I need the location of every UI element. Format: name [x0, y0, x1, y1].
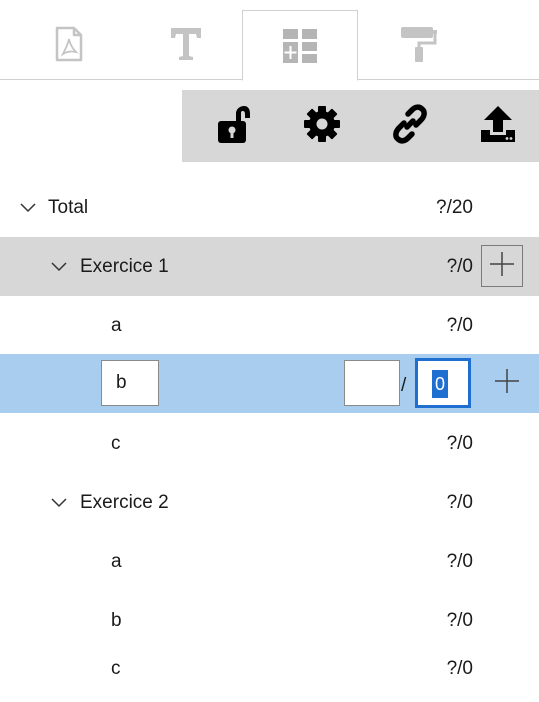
tree-label: Exercice 1 [80, 256, 169, 277]
grading-layout-icon [282, 28, 318, 64]
tab-style[interactable] [360, 8, 478, 80]
tree-row-exercise-2-c[interactable]: c ?/0 [0, 639, 539, 698]
tree-label: c [111, 433, 121, 454]
gear-icon [303, 105, 341, 148]
chevron-down-icon[interactable] [51, 237, 67, 296]
add-subitem-button[interactable] [486, 362, 528, 404]
pdf-document-icon [54, 26, 84, 62]
tree-row-exercise-1-b[interactable]: b / 0 [0, 354, 539, 413]
link-button[interactable] [366, 90, 454, 162]
unlock-button[interactable] [190, 90, 278, 162]
tab-bar [0, 0, 539, 81]
tree-label: a [111, 315, 122, 336]
unlock-icon [217, 104, 251, 149]
tree-score: ?/0 [446, 433, 473, 454]
chevron-down-icon[interactable] [20, 178, 36, 237]
plus-icon [494, 368, 520, 399]
tree-row-exercise-2[interactable]: Exercice 2 ?/0 [0, 473, 539, 532]
item-name-field[interactable]: b [101, 360, 159, 406]
upload-button[interactable] [454, 90, 539, 162]
tree-score: ?/0 [446, 315, 473, 336]
plus-icon [489, 251, 515, 282]
tab-text[interactable] [127, 8, 245, 80]
tab-grading[interactable] [242, 10, 358, 81]
tab-pdf[interactable] [10, 8, 128, 80]
tree-row-exercise-1[interactable]: Exercice 1 ?/0 [0, 237, 539, 296]
upload-icon [479, 104, 517, 149]
add-subitem-button[interactable] [481, 245, 523, 287]
tree-row-exercise-1-a[interactable]: a ?/0 [0, 296, 539, 355]
tree-row-exercise-1-c[interactable]: c ?/0 [0, 414, 539, 473]
tree-label: c [111, 658, 121, 679]
tree-label: Total [48, 197, 89, 218]
item-max-score-field[interactable]: 0 [415, 358, 471, 408]
tree-score: ?/0 [446, 256, 473, 277]
chevron-down-icon[interactable] [51, 473, 67, 532]
toolbar [182, 90, 539, 162]
tree-row-exercise-2-a[interactable]: a ?/0 [0, 532, 539, 591]
settings-button[interactable] [278, 90, 366, 162]
paint-roller-icon [399, 25, 439, 63]
link-icon [390, 103, 430, 149]
tree-label: a [111, 551, 122, 572]
tree-score: ?/0 [446, 551, 473, 572]
tree-row-total[interactable]: Total ?/20 [0, 178, 539, 237]
tree-label: Exercice 2 [80, 492, 169, 513]
text-icon [169, 26, 203, 62]
tree-score: ?/20 [436, 197, 473, 218]
tree-score: ?/0 [446, 492, 473, 513]
item-score-field[interactable] [344, 360, 400, 406]
item-max-score-value: 0 [432, 370, 449, 398]
score-separator: / [401, 375, 407, 396]
tree-score: ?/0 [446, 658, 473, 679]
